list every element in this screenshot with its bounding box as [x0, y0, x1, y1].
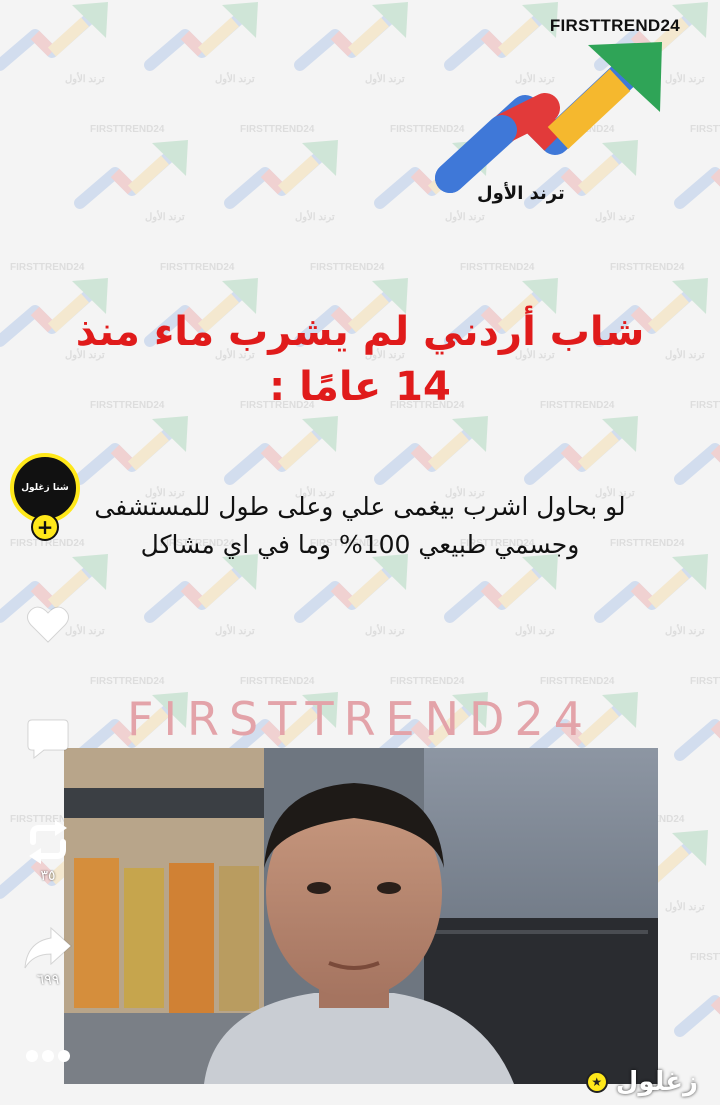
plus-icon: +	[36, 515, 54, 539]
svg-text:FIRSTTREND24: FIRSTTREND24	[90, 124, 165, 135]
svg-text:FIRSTTREND24: FIRSTTREND24	[610, 262, 685, 273]
svg-text:ترند الأول: ترند الأول	[215, 625, 255, 637]
svg-text:ترند الأول: ترند الأول	[65, 73, 105, 85]
star-badge-icon: ★	[585, 1071, 608, 1093]
heart-icon	[27, 606, 69, 643]
brand-logo: FIRSTTREND24 ترند الأول	[430, 10, 680, 215]
more-button[interactable]	[18, 1048, 78, 1064]
svg-text:FIRSTTREND24: FIRSTTREND24	[690, 952, 720, 963]
big-watermark: FIRSTTREND24	[127, 692, 593, 746]
svg-text:FIRSTTREND24: FIRSTTREND24	[690, 124, 720, 135]
video-still-image	[64, 748, 658, 1084]
svg-text:FIRSTTREND24: FIRSTTREND24	[240, 676, 315, 687]
brand-name: FIRSTTREND24	[549, 16, 680, 35]
author-name: زغلول	[615, 1067, 698, 1097]
post-headline: شاب أردني لم يشرب ماء منذ 14 عامًا :	[40, 305, 680, 415]
svg-text:FIRSTTREND24: FIRSTTREND24	[160, 262, 235, 273]
svg-text:ترند الأول: ترند الأول	[295, 211, 335, 223]
comment-button[interactable]	[18, 716, 78, 760]
brand-subtitle: ترند الأول	[477, 183, 565, 204]
comment-icon	[27, 719, 69, 760]
svg-text:FIRSTTREND24: FIRSTTREND24	[90, 676, 165, 687]
repost-button[interactable]: ٣٥	[18, 818, 78, 884]
follow-button[interactable]: +	[31, 513, 59, 541]
svg-text:ترند الأول: ترند الأول	[665, 901, 705, 913]
like-button[interactable]	[18, 604, 78, 644]
watermark-tile: FIRSTTREND24ترند الأول	[290, 0, 440, 90]
share-button[interactable]: ٦٩٩	[18, 926, 78, 988]
svg-text:ترند الأول: ترند الأول	[365, 625, 405, 637]
repost-count: ٣٥	[40, 868, 56, 884]
watermark-tile: FIRSTTREND24 ترند الأول	[70, 118, 220, 228]
svg-text:ترند الأول: ترند الأول	[145, 211, 185, 223]
body-line-1: لو بحاول اشرب بيغمى علي وعلى طول للمستشف…	[94, 492, 626, 521]
svg-text:FIRSTTREND24: FIRSTTREND24	[540, 676, 615, 687]
watermark-tile: FIRSTTREND24ترند الأول	[670, 946, 720, 1056]
svg-text:ترند الأول: ترند الأول	[365, 73, 405, 85]
share-icon	[24, 926, 72, 969]
avatar-label: شنا زغلول	[21, 483, 69, 493]
author-name-tag[interactable]: زغلول ★	[585, 1067, 698, 1097]
svg-text:FIRSTTREND24: FIRSTTREND24	[310, 262, 385, 273]
watermark-tile: FIRSTTREND24ترند الأول	[0, 0, 140, 90]
svg-text:ترند الأول: ترند الأول	[665, 625, 705, 637]
svg-text:FIRSTTREND24: FIRSTTREND24	[690, 400, 720, 411]
more-icon	[26, 1050, 70, 1062]
svg-text:FIRSTTREND24: FIRSTTREND24	[10, 262, 85, 273]
author-avatar-group[interactable]: شنا زغلول +	[10, 453, 90, 543]
svg-text:FIRSTTREND24: FIRSTTREND24	[460, 262, 535, 273]
repost-icon	[29, 820, 67, 864]
video-frame[interactable]	[64, 748, 658, 1084]
svg-text:ترند الأول: ترند الأول	[515, 625, 555, 637]
post-body: لو بحاول اشرب بيغمى علي وعلى طول للمستشف…	[40, 488, 680, 564]
headline-line-1: شاب أردني لم يشرب ماء منذ	[75, 309, 645, 355]
watermark-tile: FIRSTTREND24ترند الأول	[140, 0, 290, 90]
svg-text:ترند الأول: ترند الأول	[215, 73, 255, 85]
share-count: ٦٩٩	[36, 972, 60, 988]
headline-line-2: 14 عامًا :	[269, 364, 451, 410]
body-line-2: وجسمي طبيعي 100% وما في اي مشاكل	[140, 530, 580, 559]
svg-text:FIRSTTREND24: FIRSTTREND24	[240, 124, 315, 135]
watermark-tile: FIRSTTREND24 ترند الأول	[220, 118, 370, 228]
svg-text:FIRSTTREND24: FIRSTTREND24	[690, 676, 720, 687]
svg-text:FIRSTTREND24: FIRSTTREND24	[390, 676, 465, 687]
